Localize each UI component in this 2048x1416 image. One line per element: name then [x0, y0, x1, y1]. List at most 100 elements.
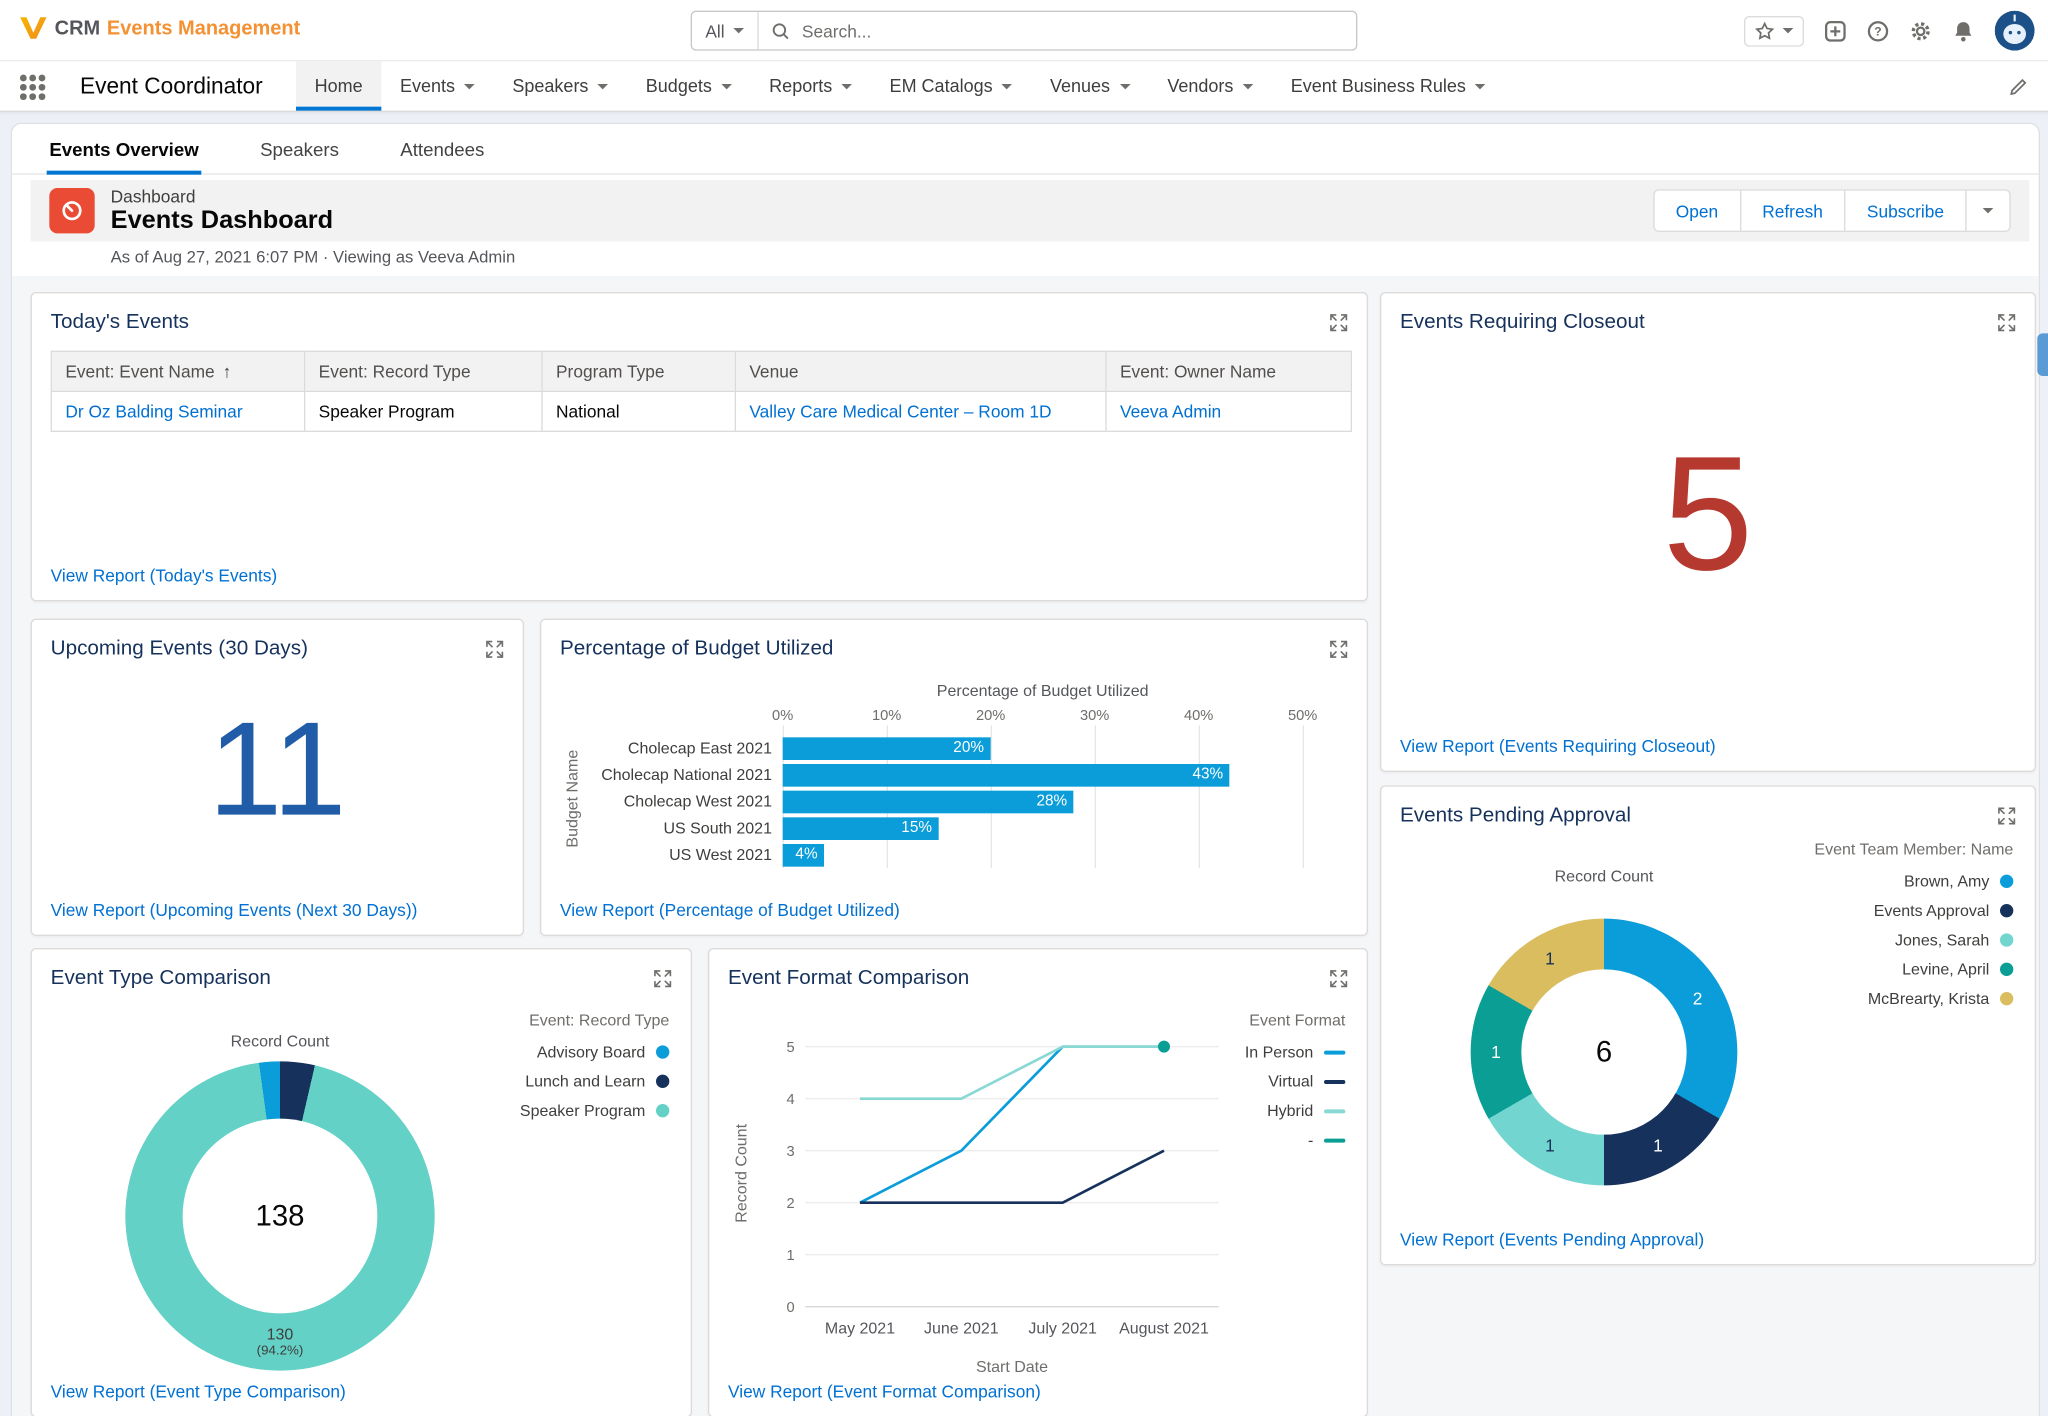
view-report-link[interactable]: View Report (Event Format Comparison)	[728, 1381, 1041, 1401]
chevron-down-icon	[1243, 83, 1254, 88]
donut-chart[interactable]: 138 130(94.2%)	[125, 1061, 434, 1370]
app-navigation: Event Coordinator Home Events Speakers B…	[0, 61, 2048, 112]
subscribe-button[interactable]: Subscribe	[1844, 189, 1966, 232]
entity-type-label: Dashboard	[111, 186, 333, 206]
notifications-button[interactable]	[1952, 19, 1975, 42]
column-header-venue[interactable]: Venue	[735, 351, 1106, 391]
venue-link[interactable]: Valley Care Medical Center – Room 1D	[749, 401, 1051, 421]
line-series	[860, 1047, 1164, 1203]
bar[interactable]: 15%	[783, 817, 939, 840]
y-axis-tick: 5	[787, 1040, 795, 1056]
subtab-speakers[interactable]: Speakers	[260, 124, 339, 173]
card-title: Upcoming Events (30 Days)	[51, 637, 308, 661]
nav-tab-speakers[interactable]: Speakers	[494, 61, 627, 110]
gridline	[1303, 725, 1304, 868]
view-report-link[interactable]: View Report (Percentage of Budget Utiliz…	[560, 900, 900, 920]
nav-tab-reports[interactable]: Reports	[751, 61, 871, 110]
open-button[interactable]: Open	[1653, 189, 1741, 232]
legend-item: Advisory Board	[520, 1043, 669, 1062]
app-launcher-icon[interactable]	[20, 75, 45, 100]
cell-record-type: Speaker Program	[305, 391, 542, 431]
expand-icon[interactable]	[1329, 311, 1348, 332]
legend-label: Lunch and Learn	[525, 1072, 645, 1091]
bar[interactable]: 4%	[783, 843, 825, 866]
subtab-label: Events Overview	[49, 138, 198, 159]
view-report-link[interactable]: View Report (Events Requiring Closeout)	[1400, 736, 1716, 756]
bar-category-label: Cholecap National 2021	[555, 761, 772, 788]
card-title: Today's Events	[51, 311, 189, 335]
refresh-button[interactable]: Refresh	[1740, 189, 1846, 232]
upcoming-metric: 11	[32, 703, 523, 836]
nav-tab-budgets[interactable]: Budgets	[627, 61, 750, 110]
more-actions-button[interactable]	[1965, 189, 2010, 232]
expand-icon[interactable]	[1997, 804, 2016, 825]
expand-icon[interactable]	[485, 637, 504, 658]
help-button[interactable]: ?	[1867, 19, 1890, 42]
nav-tab-em-catalogs[interactable]: EM Catalogs	[871, 61, 1031, 110]
subtab-events-overview[interactable]: Events Overview	[49, 124, 198, 173]
column-header-record-type[interactable]: Event: Record Type	[305, 351, 542, 391]
legend-item: Jones, Sarah	[1814, 931, 2013, 950]
bar[interactable]: 20%	[783, 737, 991, 760]
closeout-metric: 5	[1381, 432, 2034, 595]
legend-item: Lunch and Learn	[520, 1072, 669, 1091]
legend-label: Brown, Amy	[1904, 872, 1989, 891]
expand-icon[interactable]	[1997, 311, 2016, 332]
donut-chart[interactable]: 6 21111	[1471, 919, 1738, 1186]
line-chart: 012345May 2021June 2021July 2021August 2…	[720, 1032, 1280, 1352]
dashboard-title: Events Dashboard	[111, 206, 333, 235]
nav-tab-label: Budgets	[646, 76, 712, 96]
column-header-event-name[interactable]: Event: Event Name↑	[51, 351, 304, 391]
expand-icon[interactable]	[653, 967, 672, 988]
nav-tab-label: Reports	[769, 76, 832, 96]
view-report-link[interactable]: View Report (Events Pending Approval)	[1400, 1229, 1704, 1249]
legend-marker	[2000, 933, 2013, 946]
chevron-down-icon	[1002, 83, 1013, 88]
legend-item: Events Approval	[1814, 901, 2013, 920]
global-header: CRM Events Management All ?	[0, 0, 2048, 61]
search-scope-select[interactable]: All	[692, 12, 759, 49]
line-series	[860, 1151, 1164, 1203]
nav-tab-event-business-rules[interactable]: Event Business Rules	[1272, 61, 1504, 110]
nav-tab-label: Venues	[1050, 76, 1110, 96]
subtab-attendees[interactable]: Attendees	[400, 124, 484, 173]
legend-item: Brown, Amy	[1814, 872, 2013, 891]
column-header-program-type[interactable]: Program Type	[542, 351, 735, 391]
bar-category-label: US South 2021	[555, 815, 772, 842]
nav-tab-label: Vendors	[1167, 76, 1233, 96]
legend-item: Levine, April	[1814, 960, 2013, 979]
bar[interactable]: 28%	[783, 790, 1074, 813]
favorites-control[interactable]	[1744, 15, 1804, 46]
view-report-link[interactable]: View Report (Event Type Comparison)	[51, 1381, 346, 1401]
nav-tab-home[interactable]: Home	[296, 61, 381, 110]
x-axis-ticks: 0%10%20%30%40%50%	[783, 708, 1303, 724]
search-input[interactable]	[791, 21, 1356, 41]
x-axis-tick: July 2021	[1028, 1320, 1097, 1337]
side-panel-tab[interactable]	[2037, 333, 2048, 376]
view-report-link[interactable]: View Report (Upcoming Events (Next 30 Da…	[51, 900, 418, 920]
view-report-link[interactable]: View Report (Today's Events)	[51, 565, 277, 585]
settings-button[interactable]	[1909, 19, 1932, 42]
pencil-icon	[2009, 76, 2029, 96]
owner-link[interactable]: Veeva Admin	[1120, 401, 1221, 421]
donut-slice-value: 1	[1653, 1136, 1663, 1156]
edit-nav-button[interactable]	[2009, 76, 2029, 103]
budget-utilized-card: Percentage of Budget Utilized Percentage…	[540, 619, 1368, 936]
global-search[interactable]: All	[691, 11, 1358, 51]
nav-tab-vendors[interactable]: Vendors	[1149, 61, 1272, 110]
user-avatar[interactable]	[1995, 11, 2035, 51]
header-utilities: ?	[1744, 0, 2035, 61]
add-button[interactable]	[1824, 19, 1847, 42]
x-axis-tick: 30%	[1080, 708, 1109, 724]
legend-marker	[656, 1104, 669, 1117]
legend-marker	[1324, 1138, 1345, 1142]
bar[interactable]: 43%	[783, 763, 1230, 786]
nav-tab-events[interactable]: Events	[381, 61, 493, 110]
expand-icon[interactable]	[1329, 637, 1348, 658]
nav-tab-venues[interactable]: Venues	[1031, 61, 1148, 110]
expand-icon[interactable]	[1329, 967, 1348, 988]
event-name-link[interactable]: Dr Oz Balding Seminar	[65, 401, 242, 421]
dashboard-meta: As of Aug 27, 2021 6:07 PM · Viewing as …	[111, 248, 516, 267]
column-header-owner-name[interactable]: Event: Owner Name	[1106, 351, 1351, 391]
todays-events-card: Today's Events Event: Event Name↑ Event:…	[31, 292, 1368, 601]
